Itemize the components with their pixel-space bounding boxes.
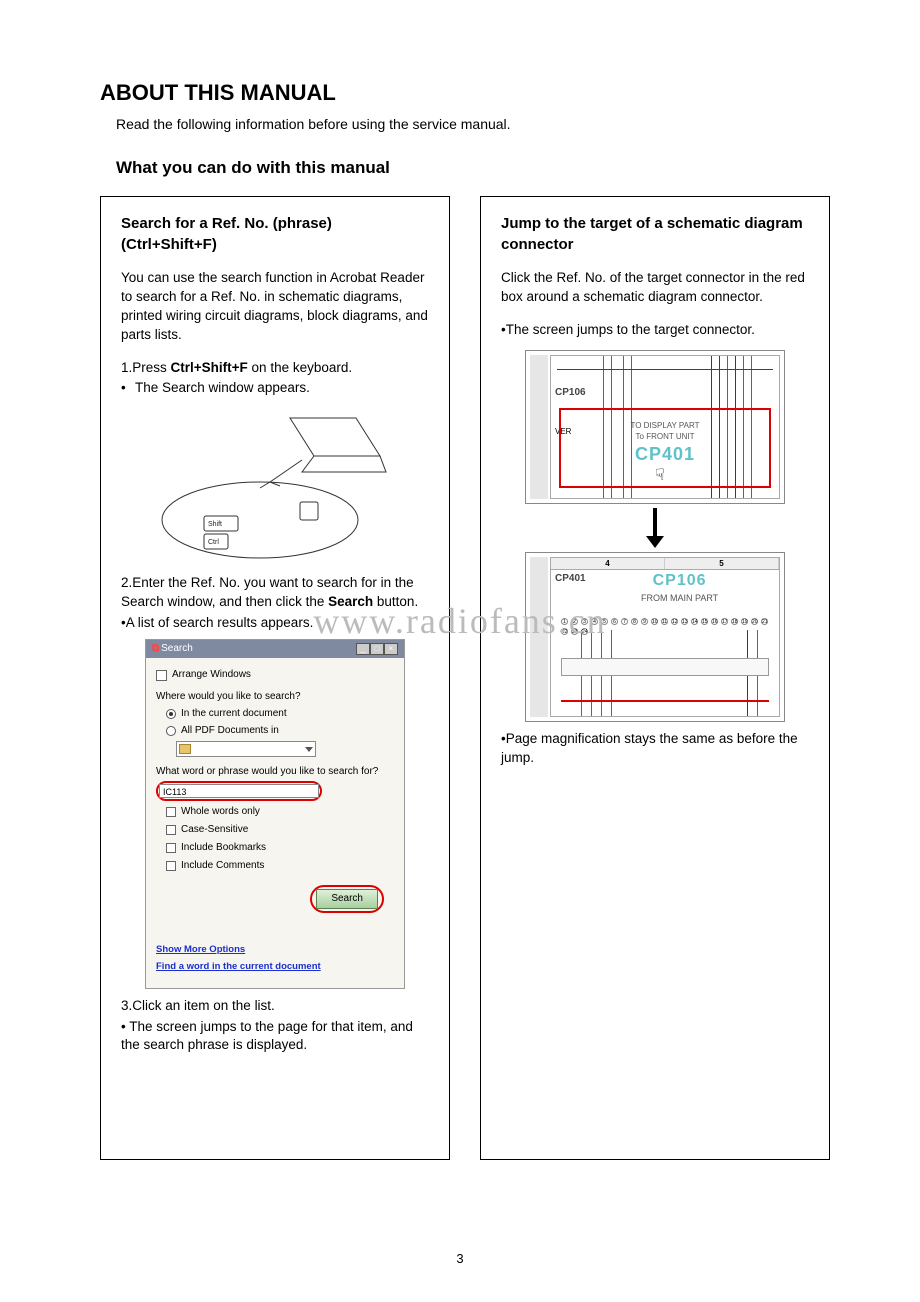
- radio-current-doc-label: In the current document: [181, 707, 287, 721]
- arrow-down-icon: [525, 508, 785, 548]
- left-panel-title: Search for a Ref. No. (phrase) (Ctrl+Shi…: [121, 213, 429, 255]
- step-1-shortcut: Ctrl+Shift+F: [171, 360, 248, 375]
- step-1: 1.Press Ctrl+Shift+F on the keyboard.: [121, 359, 429, 378]
- step-1-pre: 1.Press: [121, 360, 171, 375]
- adobe-icon: ⧉: [152, 643, 159, 654]
- checkbox-include-comments[interactable]: [166, 861, 176, 871]
- section-subheading: What you can do with this manual: [116, 158, 830, 178]
- right-panel-title: Jump to the target of a schematic diagra…: [501, 213, 809, 255]
- show-more-options-link[interactable]: Show More Options: [156, 943, 394, 956]
- content-columns: Search for a Ref. No. (phrase) (Ctrl+Shi…: [100, 196, 830, 1160]
- to-front-unit-text: To FRONT UNIT: [565, 431, 765, 442]
- ctrl-key-label: Ctrl: [208, 539, 219, 546]
- laptop-illustration: Shift Ctrl: [160, 410, 390, 560]
- radio-current-doc[interactable]: [166, 709, 176, 719]
- minimize-button[interactable]: _: [356, 643, 370, 655]
- search-window-titlebar: ⧉Search _ □ ×: [146, 640, 404, 658]
- bullet-1: The Search window appears.: [121, 379, 429, 398]
- folder-dropdown[interactable]: [176, 741, 316, 757]
- red-highlight-box: TO DISPLAY PART To FRONT UNIT CP401 ☟: [559, 408, 771, 488]
- shift-key-label: Shift: [208, 521, 222, 528]
- chevron-down-icon: [305, 747, 313, 752]
- input-highlight-circle: IC113: [156, 781, 322, 801]
- step-3: 3.Click an item on the list.: [121, 997, 429, 1016]
- checkbox-whole-words[interactable]: [166, 807, 176, 817]
- right-note-1: •The screen jumps to the target connecto…: [501, 321, 809, 340]
- schematic-figure: CP106 VER TO DISPLAY PART To FRONT UNIT …: [525, 350, 785, 722]
- ruler-5: 5: [665, 558, 779, 569]
- phrase-label: What word or phrase would you like to se…: [156, 765, 394, 779]
- radio-all-pdf[interactable]: [166, 726, 176, 736]
- schematic-sheet-2: 4 5 CP401 CP106 FROM MAIN PART 123456789…: [525, 552, 785, 722]
- intro-text: Read the following information before us…: [116, 116, 830, 132]
- maximize-button[interactable]: □: [370, 643, 384, 655]
- bullet-3: • The screen jumps to the page for that …: [121, 1018, 429, 1056]
- case-sensitive-label: Case-Sensitive: [181, 823, 248, 837]
- search-button-highlight-circle: Search: [310, 885, 384, 913]
- whole-words-label: Whole words only: [181, 805, 260, 819]
- connector-link-cp106[interactable]: CP106: [641, 570, 718, 592]
- arrange-windows-icon: [156, 670, 167, 681]
- search-window: ⧉Search _ □ × Arrange Windows Where woul…: [145, 639, 405, 989]
- ruler-4: 4: [551, 558, 665, 569]
- step-1-post: on the keyboard.: [248, 360, 352, 375]
- search-button[interactable]: Search: [316, 889, 378, 909]
- hand-cursor-icon: ☟: [655, 465, 665, 487]
- note-2: •A list of search results appears.: [121, 614, 429, 633]
- right-panel: Jump to the target of a schematic diagra…: [480, 196, 830, 1160]
- step-2-post: button.: [373, 594, 418, 609]
- checkbox-case-sensitive[interactable]: [166, 825, 176, 835]
- from-main-part-text: FROM MAIN PART: [641, 592, 718, 605]
- search-window-title: Search: [161, 643, 193, 654]
- checkbox-include-bookmarks[interactable]: [166, 843, 176, 853]
- step-2-bold: Search: [328, 594, 373, 609]
- connector-link-cp401[interactable]: CP401: [565, 442, 765, 467]
- to-display-part-text: TO DISPLAY PART: [565, 420, 765, 431]
- left-panel: Search for a Ref. No. (phrase) (Ctrl+Shi…: [100, 196, 450, 1160]
- find-word-link[interactable]: Find a word in the current document: [156, 960, 394, 973]
- arrange-windows-label[interactable]: Arrange Windows: [172, 668, 251, 682]
- cp401-label: CP401: [555, 572, 586, 586]
- folder-icon: [179, 744, 191, 754]
- schematic-sheet-1: CP106 VER TO DISPLAY PART To FRONT UNIT …: [525, 350, 785, 504]
- step-2: 2.Enter the Ref. No. you want to search …: [121, 574, 429, 612]
- cp106-label: CP106: [555, 386, 586, 400]
- page-number: 3: [0, 1251, 920, 1266]
- search-input[interactable]: IC113: [159, 784, 319, 798]
- include-comments-label: Include Comments: [181, 859, 264, 873]
- include-bookmarks-label: Include Bookmarks: [181, 841, 266, 855]
- radio-all-pdf-label: All PDF Documents in: [181, 724, 279, 738]
- right-panel-description: Click the Ref. No. of the target connect…: [501, 269, 809, 307]
- close-button[interactable]: ×: [384, 643, 398, 655]
- connector-pins: 123456789101112131415161718192021222324: [561, 618, 769, 635]
- right-note-2: •Page magnification stays the same as be…: [501, 730, 809, 768]
- page-title: ABOUT THIS MANUAL: [100, 80, 830, 106]
- where-search-label: Where would you like to search?: [156, 690, 394, 704]
- left-panel-description: You can use the search function in Acrob…: [121, 269, 429, 345]
